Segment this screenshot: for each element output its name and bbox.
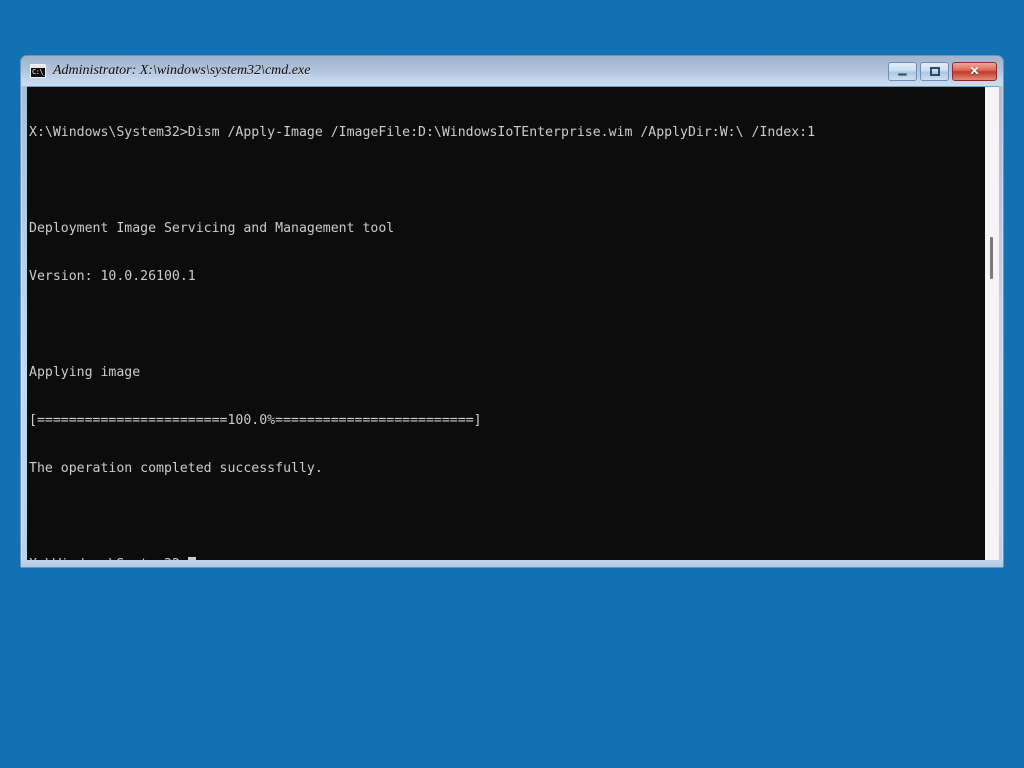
console-line-version: Version: 10.0.26100.1 bbox=[29, 269, 196, 284]
minimize-icon bbox=[898, 72, 907, 76]
window-title-bar[interactable]: C:\_ Administrator: X:\windows\system32\… bbox=[21, 56, 1003, 86]
window-title-text: Administrator: X:\windows\system32\cmd.e… bbox=[53, 63, 311, 78]
maximize-icon bbox=[929, 66, 940, 76]
console-line-progress-bar: [========================100.0%=========… bbox=[29, 413, 482, 428]
console-text-buffer: X:\Windows\System32>Dism /Apply-Image /I… bbox=[29, 93, 984, 563]
console-client-area: X:\Windows\System32>Dism /Apply-Image /I… bbox=[27, 86, 999, 563]
console-line-blank-2 bbox=[29, 317, 984, 333]
console-line-result: The operation completed successfully. bbox=[29, 461, 323, 476]
close-icon: ✕ bbox=[969, 64, 980, 78]
maximize-button[interactable] bbox=[920, 61, 949, 81]
minimize-button[interactable] bbox=[888, 61, 917, 81]
console-output-screen[interactable]: X:\Windows\System32>Dism /Apply-Image /I… bbox=[27, 87, 984, 563]
close-button[interactable]: ✕ bbox=[952, 61, 997, 81]
title-bar-left-group: C:\_ Administrator: X:\windows\system32\… bbox=[30, 63, 888, 79]
console-line-blank-1 bbox=[29, 173, 984, 189]
window-bottom-frame bbox=[21, 560, 1003, 567]
console-line-applying-image: Applying image bbox=[29, 365, 141, 380]
scrollbar-thumb[interactable] bbox=[990, 237, 993, 279]
console-line-blank-3 bbox=[29, 509, 984, 525]
window-controls-group: ✕ bbox=[888, 61, 999, 81]
command-prompt-window: C:\_ Administrator: X:\windows\system32\… bbox=[20, 55, 1004, 568]
console-vertical-scrollbar[interactable] bbox=[984, 87, 999, 563]
cmd-icon-prompt-glyph: C:\_ bbox=[32, 68, 46, 76]
console-line-command: X:\Windows\System32>Dism /Apply-Image /I… bbox=[29, 125, 816, 140]
desktop-background: C:\_ Administrator: X:\windows\system32\… bbox=[0, 0, 1024, 768]
console-line-tool-name: Deployment Image Servicing and Managemen… bbox=[29, 221, 395, 236]
cmd-console-icon[interactable]: C:\_ bbox=[30, 64, 46, 78]
